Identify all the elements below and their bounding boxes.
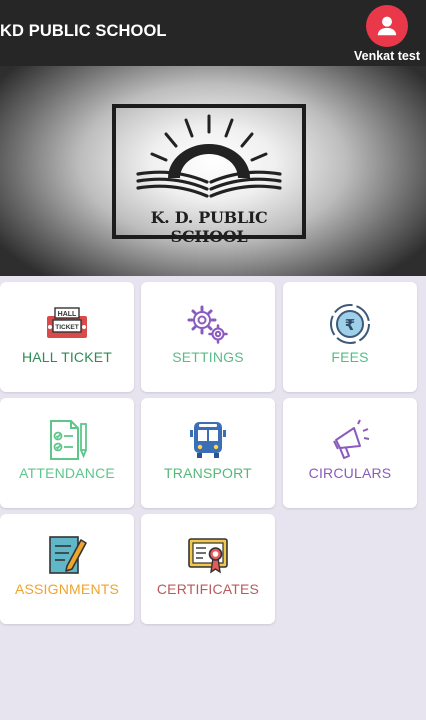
hall-ticket-tile[interactable]: HALL TICKET HALL TICKET <box>0 282 134 392</box>
school-banner: K. D. PUBLIC SCHOOL <box>0 66 426 276</box>
school-logo: K. D. PUBLIC SCHOOL <box>112 104 306 246</box>
megaphone-icon <box>283 418 417 462</box>
assignments-label: ASSIGNMENTS <box>14 581 120 597</box>
user-icon <box>377 16 397 36</box>
gears-icon <box>141 302 275 346</box>
fees-tile[interactable]: ₹ FEES <box>283 282 417 392</box>
app-title: KD PUBLIC SCHOOL <box>0 22 167 40</box>
user-avatar-button[interactable] <box>366 5 408 47</box>
attendance-label: ATTENDANCE <box>19 465 115 481</box>
checklist-icon <box>0 418 134 462</box>
circulars-tile[interactable]: CIRCULARS <box>283 398 417 508</box>
notepad-pen-icon <box>0 534 134 578</box>
fees-label: FEES <box>331 349 369 365</box>
assignments-tile[interactable]: ASSIGNMENTS <box>0 514 134 624</box>
bus-icon <box>141 418 275 462</box>
settings-label: SETTINGS <box>172 349 244 365</box>
certificates-tile[interactable]: CERTIFICATES <box>141 514 275 624</box>
svg-text:HALL: HALL <box>58 311 77 318</box>
ticket-icon: HALL TICKET <box>0 302 134 346</box>
transport-label: TRANSPORT <box>164 465 252 481</box>
logo-text: K. D. PUBLIC SCHOOL <box>150 208 268 246</box>
rupee-coin-icon: ₹ <box>283 302 417 346</box>
svg-text:TICKET: TICKET <box>55 324 79 331</box>
attendance-tile[interactable]: ATTENDANCE <box>0 398 134 508</box>
circulars-label: CIRCULARS <box>308 465 392 481</box>
sunrise-book-icon <box>136 114 282 198</box>
user-name[interactable]: Venkat test <box>354 49 420 63</box>
settings-tile[interactable]: SETTINGS <box>141 282 275 392</box>
app-bar: KD PUBLIC SCHOOL Venkat test <box>0 0 426 66</box>
hall-ticket-label: HALL TICKET <box>21 349 113 365</box>
svg-text:₹: ₹ <box>345 316 355 334</box>
transport-tile[interactable]: TRANSPORT <box>141 398 275 508</box>
certificate-icon <box>141 534 275 578</box>
certificates-label: CERTIFICATES <box>156 581 260 597</box>
